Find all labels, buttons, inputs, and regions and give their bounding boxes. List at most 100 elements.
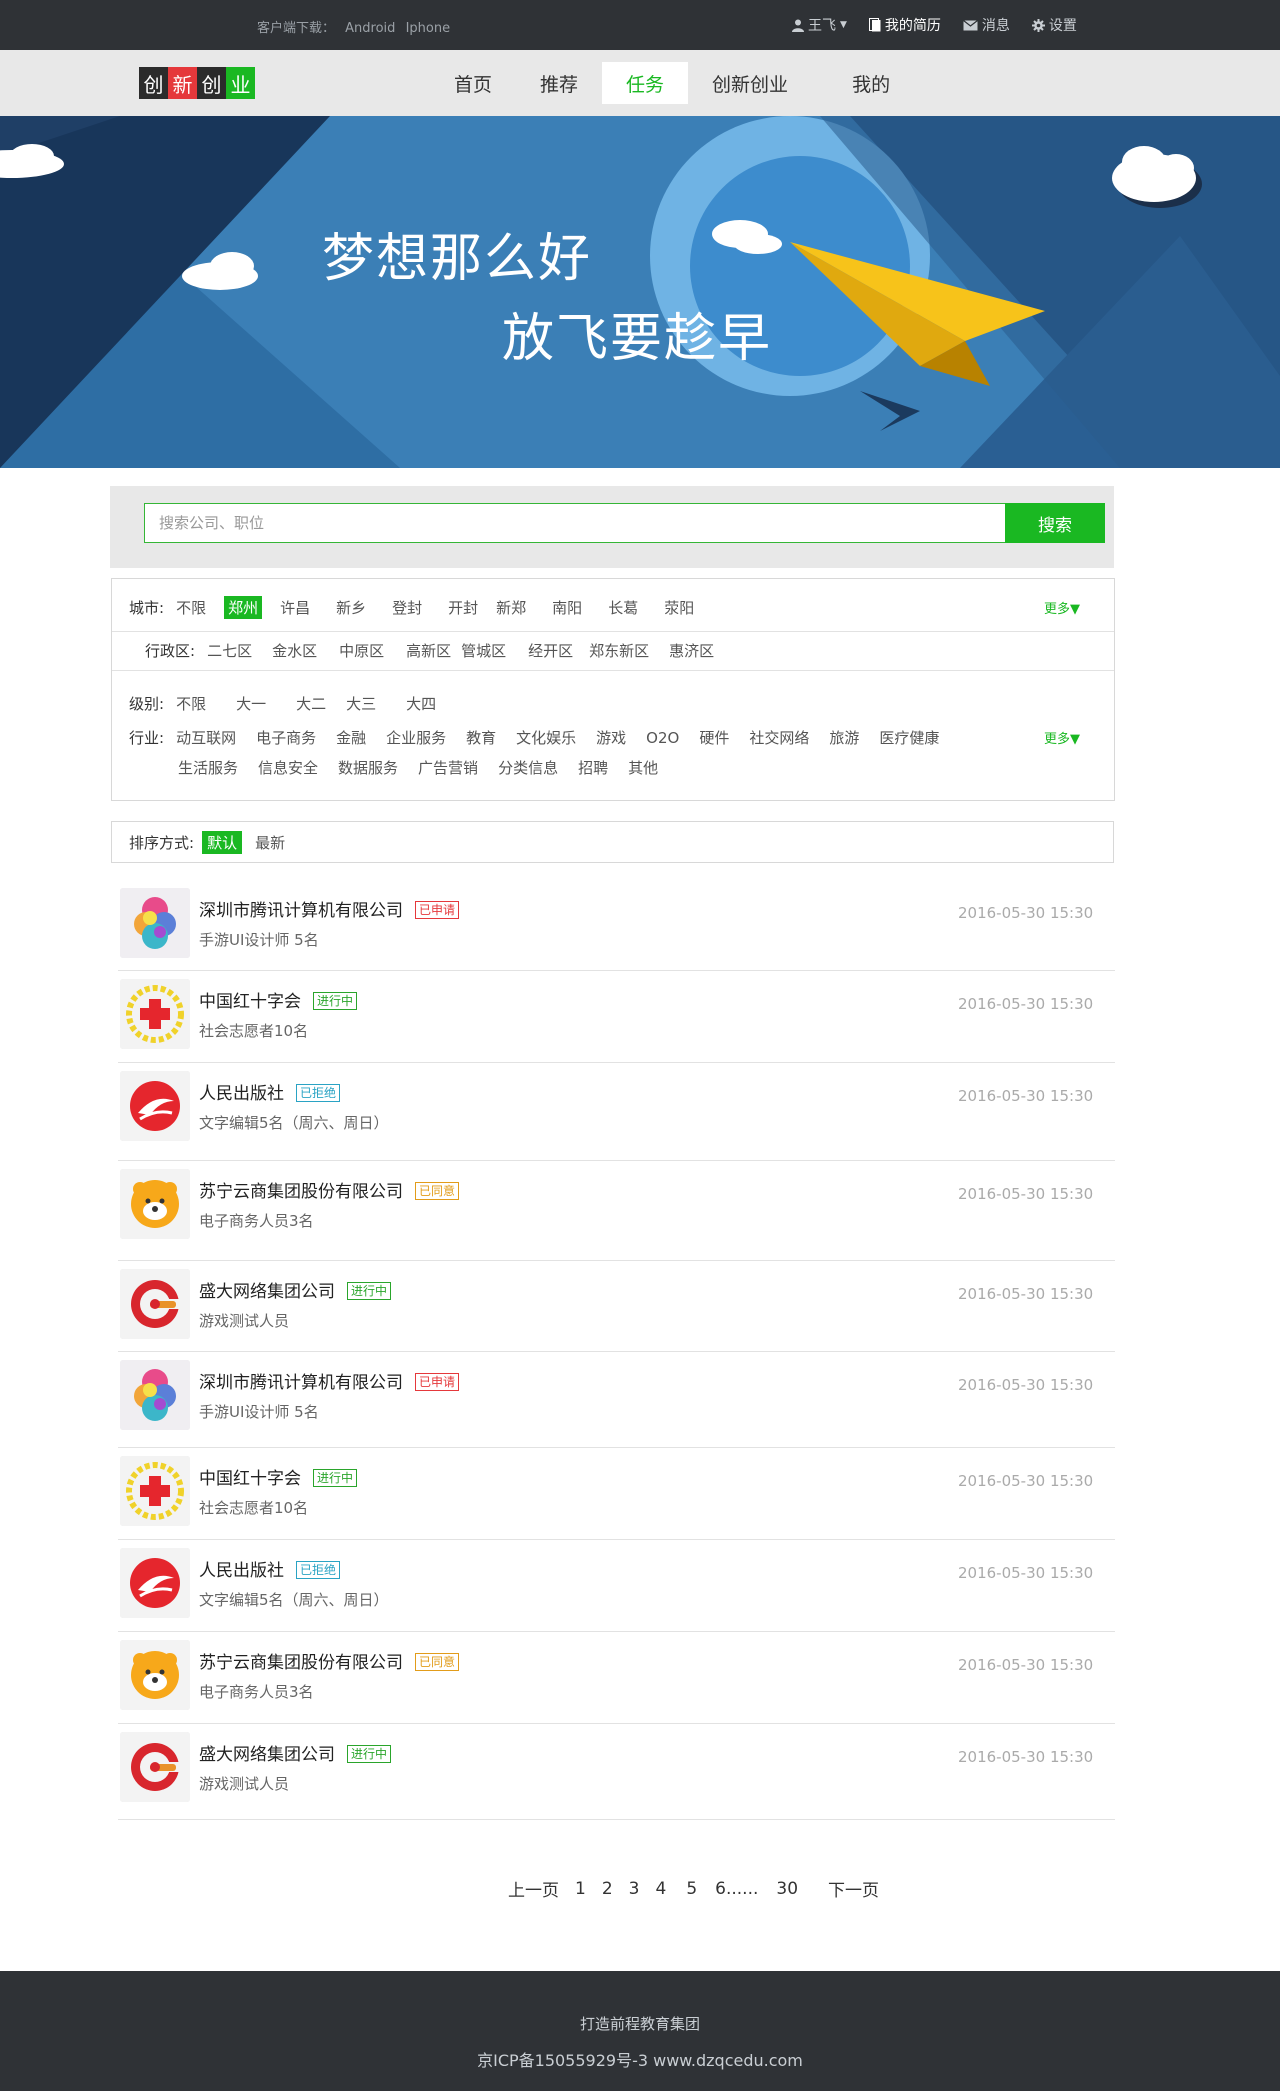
level-option[interactable]: 不限 [172, 692, 210, 715]
messages-label: 消息 [981, 18, 1010, 34]
industry-option[interactable]: 游戏 [592, 726, 630, 749]
industry-option[interactable]: 信息安全 [254, 756, 322, 779]
district-option[interactable]: 经开区 [524, 639, 577, 662]
level-option[interactable]: 大四 [402, 692, 440, 715]
settings-label: 设置 [1048, 18, 1077, 34]
job-row[interactable]: 苏宁云商集团股份有限公司 已同意 电子商务人员3名 2016-05-30 15:30 [118, 1161, 1115, 1261]
search-input[interactable]: 搜索公司、职位 [144, 503, 1008, 543]
company-name[interactable]: 苏宁云商集团股份有限公司 已同意 [199, 1648, 460, 1673]
nav-item-mine[interactable]: 我的 [828, 62, 914, 104]
city-option[interactable]: 开封 [444, 596, 482, 619]
industry-option[interactable]: 广告营销 [414, 756, 482, 779]
company-name[interactable]: 深圳市腾讯计算机有限公司 已申请 [199, 1368, 460, 1393]
tencent-logo [120, 1360, 190, 1430]
job-row[interactable]: 盛大网络集团公司 进行中 游戏测试人员 2016-05-30 15:30 [118, 1724, 1115, 1820]
company-name[interactable]: 盛大网络集团公司 进行中 [199, 1740, 392, 1765]
post-time: 2016-05-30 15:30 [958, 1376, 1094, 1394]
job-row[interactable]: 盛大网络集团公司 进行中 游戏测试人员 2016-05-30 15:30 [118, 1261, 1115, 1352]
industry-option[interactable]: 其他 [624, 756, 662, 779]
chevron-down-icon: ▼ [840, 20, 847, 30]
industry-option[interactable]: 旅游 [825, 726, 863, 749]
district-option[interactable]: 惠济区 [665, 639, 718, 662]
iphone-link[interactable]: Iphone [406, 21, 451, 36]
job-row[interactable]: 中国红十字会 进行中 社会志愿者10名 2016-05-30 15:30 [118, 971, 1115, 1063]
city-option[interactable]: 新郑 [492, 596, 530, 619]
district-option[interactable]: 郑东新区 [585, 639, 653, 662]
post-time: 2016-05-30 15:30 [958, 1748, 1094, 1766]
district-option[interactable]: 管城区 [457, 639, 510, 662]
job-row[interactable]: 中国红十字会 进行中 社会志愿者10名 2016-05-30 15:30 [118, 1448, 1115, 1540]
banner-line-2: 放飞要趁早 [502, 309, 773, 369]
level-label: 级别: [129, 695, 165, 713]
industry-more-button[interactable]: 更多▼ [1044, 728, 1080, 747]
company-name[interactable]: 深圳市腾讯计算机有限公司 已申请 [199, 896, 460, 921]
job-row[interactable]: 深圳市腾讯计算机有限公司 已申请 手游UI设计师 5名 2016-05-30 15:3… [118, 880, 1115, 971]
company-name[interactable]: 人民出版社 已拒绝 [199, 1079, 341, 1104]
company-name[interactable]: 中国红十字会 进行中 [199, 987, 358, 1012]
page-number[interactable]: 1 [575, 1879, 586, 1899]
district-option[interactable]: 二七区 [203, 639, 256, 662]
messages-link[interactable]: 消息 [963, 15, 1010, 35]
city-option[interactable]: 不限 [172, 596, 210, 619]
page-number[interactable]: 6...... [715, 1879, 758, 1899]
industry-option[interactable]: 教育 [462, 726, 500, 749]
city-option[interactable]: 南阳 [548, 596, 586, 619]
district-option[interactable]: 高新区 [402, 639, 455, 662]
city-option[interactable]: 新乡 [332, 596, 370, 619]
sort-option-latest[interactable]: 最新 [250, 831, 290, 854]
nav-item-tasks[interactable]: 任务 [602, 62, 689, 104]
industry-option[interactable]: 分类信息 [494, 756, 562, 779]
level-option[interactable]: 大一 [232, 692, 270, 715]
prev-page-button[interactable]: 上一页 [508, 1876, 559, 1901]
job-row[interactable]: 人民出版社 已拒绝 文字编辑5名（周六、周日） 2016-05-30 15:30 [118, 1063, 1115, 1161]
sort-option-default[interactable]: 默认 [202, 830, 243, 854]
city-option[interactable]: 长葛 [604, 596, 642, 619]
android-link[interactable]: Android [345, 21, 395, 36]
publisher-logo [120, 1071, 190, 1141]
city-option[interactable]: 许昌 [276, 596, 314, 619]
industry-option[interactable]: 社交网络 [745, 726, 813, 749]
industry-option[interactable]: 医疗健康 [875, 726, 943, 749]
city-option[interactable]: 荥阳 [660, 596, 698, 619]
resume-label: 我的简历 [884, 18, 941, 34]
nav-item-home[interactable]: 首页 [430, 62, 516, 104]
industry-option[interactable]: 数据服务 [334, 756, 402, 779]
page-number[interactable]: 3 [629, 1879, 640, 1899]
industry-option[interactable]: 金融 [332, 726, 370, 749]
job-row[interactable]: 深圳市腾讯计算机有限公司 已申请 手游UI设计师 5名 2016-05-30 15:3… [118, 1352, 1115, 1448]
district-option[interactable]: 金水区 [268, 639, 321, 662]
job-row[interactable]: 人民出版社 已拒绝 文字编辑5名（周六、周日） 2016-05-30 15:30 [118, 1540, 1115, 1632]
search-button[interactable]: 搜索 [1005, 503, 1105, 543]
district-option[interactable]: 中原区 [335, 639, 388, 662]
industry-option[interactable]: 企业服务 [382, 726, 450, 749]
industry-option[interactable]: 电子商务 [252, 726, 320, 749]
industry-option[interactable]: 文化娱乐 [512, 726, 580, 749]
company-name[interactable]: 苏宁云商集团股份有限公司 已同意 [199, 1177, 460, 1202]
city-option-selected[interactable]: 郑州 [224, 596, 263, 619]
industry-option[interactable]: O2O [642, 728, 683, 748]
site-logo[interactable]: 创 新 创 业 [139, 67, 255, 99]
industry-option[interactable]: 硬件 [695, 726, 733, 749]
page-number[interactable]: 5 [686, 1879, 697, 1899]
industry-option[interactable]: 招聘 [574, 756, 612, 779]
company-name[interactable]: 盛大网络集团公司 进行中 [199, 1277, 392, 1302]
industry-option[interactable]: 生活服务 [174, 756, 242, 779]
industry-option[interactable]: 动互联网 [172, 726, 240, 749]
nav-item-recommend[interactable]: 推荐 [516, 62, 602, 104]
company-name[interactable]: 人民出版社 已拒绝 [199, 1556, 341, 1581]
page-number[interactable]: 2 [602, 1879, 613, 1899]
page-number[interactable]: 4 [655, 1879, 666, 1899]
settings-link[interactable]: 设置 [1031, 15, 1077, 35]
level-option[interactable]: 大三 [342, 692, 380, 715]
level-option[interactable]: 大二 [292, 692, 330, 715]
post-time: 2016-05-30 15:30 [958, 1285, 1094, 1303]
company-name[interactable]: 中国红十字会 进行中 [199, 1464, 358, 1489]
job-row[interactable]: 苏宁云商集团股份有限公司 已同意 电子商务人员3名 2016-05-30 15:30 [118, 1632, 1115, 1724]
next-page-button[interactable]: 下一页 [828, 1876, 879, 1901]
user-dropdown[interactable]: 王飞 ▼ [792, 15, 847, 35]
city-option[interactable]: 登封 [388, 596, 426, 619]
nav-item-innovation[interactable]: 创新创业 [688, 62, 812, 104]
page-number[interactable]: 30 [776, 1879, 798, 1899]
my-resume-link[interactable]: 我的简历 [868, 15, 941, 35]
city-more-button[interactable]: 更多▼ [1044, 598, 1080, 617]
